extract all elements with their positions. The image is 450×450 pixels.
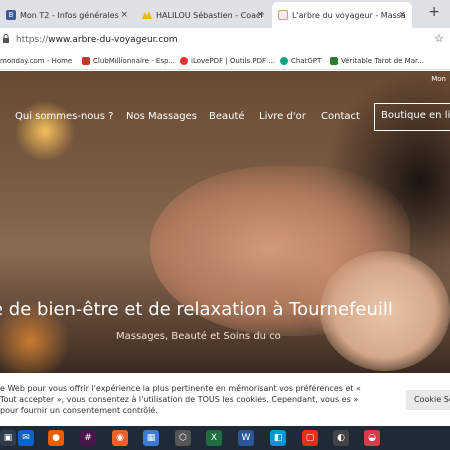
store-icon[interactable]: ▦ [143, 430, 159, 446]
hero-title: e de bien-être et de relaxation à Tourne… [0, 299, 393, 320]
cookie-settings-button[interactable]: Cookie Se [406, 390, 450, 410]
tab-mon-t2[interactable]: B Mon T2 - Infos générales × [0, 2, 134, 28]
browser-icon[interactable]: ◐ [333, 430, 349, 446]
app-red-icon[interactable]: ▢ [302, 430, 318, 446]
tab-title: Mon T2 - Infos générales [20, 10, 119, 20]
browser-tab-bar: B Mon T2 - Infos générales × HALILOU Séb… [0, 0, 450, 28]
firefox-icon[interactable]: ● [48, 430, 64, 446]
close-icon[interactable]: × [398, 10, 406, 20]
app-orange-icon[interactable]: ◉ [112, 430, 128, 446]
tab-arbre-du-voyageur[interactable]: L'arbre du voyageur - Massage × [272, 2, 412, 28]
cube-icon[interactable]: ⬡ [175, 430, 191, 446]
lock-icon[interactable] [2, 34, 10, 43]
nav-beaute[interactable]: Beauté [209, 111, 245, 122]
hero-subtitle: Massages, Beauté et Soins du co [116, 331, 281, 342]
app-blue-icon[interactable]: ◧ [270, 430, 286, 446]
close-icon[interactable]: × [120, 10, 128, 20]
cookie-banner: e Web pour vous offrir l'expérience la p… [0, 373, 450, 426]
tab-halilou[interactable]: HALILOU Sébastien - Coaching × [136, 2, 270, 28]
heart-icon [180, 57, 188, 65]
nav-qui-sommes-nous[interactable]: Qui sommes-nous ? [15, 111, 113, 122]
nav-nos-massages[interactable]: Nos Massages [126, 111, 197, 122]
bookmark-label: Véritable Tarot de Mar... [341, 57, 424, 65]
bookmark-tarot[interactable]: Véritable Tarot de Mar... [330, 55, 424, 67]
hero-section: Mon Qui sommes-nous ? Nos Massages Beaut… [0, 71, 450, 373]
task-view-icon[interactable]: ▣ [0, 430, 16, 446]
tab-favicon-icon: B [6, 10, 16, 20]
bookmark-label: iLovePDF | Outils PDF ... [191, 57, 275, 65]
bookmark-star-icon[interactable]: ☆ [434, 32, 444, 45]
app-circle-icon[interactable]: ◒ [364, 430, 380, 446]
bookmarks-bar: monday.com - Home ClubMillionnaire - Esp… [0, 52, 450, 70]
bookmark-label: ChatGPT [291, 57, 322, 65]
cookie-text: e Web pour vous offrir l'expérience la p… [0, 384, 361, 415]
tab-title: HALILOU Sébastien - Coaching [156, 10, 264, 20]
boutique-button[interactable]: Boutique en li [374, 103, 450, 131]
excel-icon[interactable]: X [206, 430, 222, 446]
top-account-link[interactable]: Mon [431, 75, 446, 83]
tab-favicon-icon [278, 10, 288, 20]
close-icon[interactable]: × [256, 10, 264, 20]
address-bar[interactable]: https://www.arbre-du-voyageur.com ☆ [0, 28, 450, 52]
main-nav: Qui sommes-nous ? Nos Massages Beauté Li… [0, 103, 450, 131]
bookmark-favicon-icon [330, 57, 338, 65]
bookmark-clubmillionnaire[interactable]: ClubMillionnaire - Esp... [82, 55, 175, 67]
bookmark-chatgpt[interactable]: ChatGPT [280, 55, 321, 67]
nav-livre-dor[interactable]: Livre d'or [259, 111, 306, 122]
url-text[interactable]: https://www.arbre-du-voyageur.com [16, 35, 178, 45]
taskbar: ▣ ✉ ● # ◉ ▦ ⬡ X W ◧ ▢ ◐ ◒ [0, 426, 450, 450]
bookmark-ilovepdf[interactable]: iLovePDF | Outils PDF ... [180, 55, 275, 67]
bookmark-label: monday.com - Home [0, 57, 73, 65]
new-tab-button[interactable]: + [428, 4, 440, 20]
mail-icon[interactable]: ✉ [18, 430, 34, 446]
url-protocol: https:// [16, 35, 49, 45]
chatgpt-icon [280, 57, 288, 65]
word-icon[interactable]: W [238, 430, 254, 446]
tab-title: L'arbre du voyageur - Massage [292, 10, 406, 20]
tab-favicon-icon [142, 10, 152, 20]
bookmark-label: ClubMillionnaire - Esp... [93, 57, 176, 65]
bookmark-favicon-icon [82, 57, 90, 65]
slack-icon[interactable]: # [80, 430, 96, 446]
bookmark-monday[interactable]: monday.com - Home [0, 55, 72, 67]
nav-contact[interactable]: Contact [321, 111, 360, 122]
url-host: www.arbre-du-voyageur.com [48, 35, 178, 45]
